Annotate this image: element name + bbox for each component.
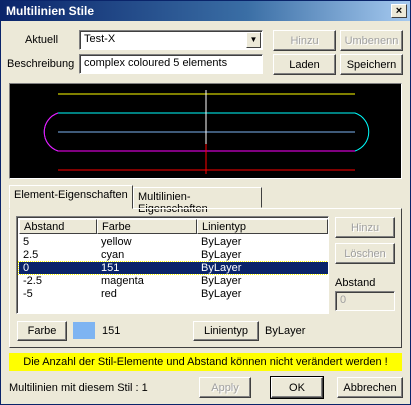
load-button[interactable]: Laden xyxy=(273,54,336,75)
row-offset: 0 xyxy=(23,262,30,274)
dialog-title: Multilinien Stile xyxy=(6,4,95,18)
table-row[interactable]: -2.5 magenta ByLayer xyxy=(19,275,328,287)
element-list[interactable]: Abstand Farbe Linientyp 5 yellow ByLayer… xyxy=(16,216,329,314)
offset-input[interactable]: 0 xyxy=(335,291,395,311)
row-offset: -2.5 xyxy=(23,275,42,287)
row-linetype: ByLayer xyxy=(201,249,242,261)
cancel-button[interactable]: Abbrechen xyxy=(337,377,403,398)
row-offset: 2.5 xyxy=(23,249,39,261)
row-color: magenta xyxy=(101,275,144,287)
column-header-color[interactable]: Farbe xyxy=(97,219,197,234)
column-header-offset[interactable]: Abstand xyxy=(19,219,97,234)
element-list-header: Abstand Farbe Linientyp xyxy=(19,219,328,234)
row-offset: 5 xyxy=(23,236,30,248)
delete-element-button[interactable]: Löschen xyxy=(335,243,395,264)
linetype-button[interactable]: Linientyp xyxy=(193,321,259,341)
table-row[interactable]: 5 yellow ByLayer xyxy=(19,236,328,248)
row-color: red xyxy=(101,288,117,300)
status-text: Multilinien mit diesem Stil : 1 xyxy=(9,382,148,394)
table-row-selected[interactable]: 0 151 ByLayer xyxy=(18,261,328,275)
row-linetype: ByLayer xyxy=(201,275,242,287)
row-offset: -5 xyxy=(23,288,33,300)
current-style-dropdown[interactable]: Test-X ▼ xyxy=(79,30,263,50)
color-button[interactable]: Farbe xyxy=(17,321,67,341)
row-color: yellow xyxy=(101,236,132,248)
row-linetype: ByLayer xyxy=(201,262,242,274)
rename-style-button[interactable]: Umbenenn xyxy=(340,30,403,51)
multiline-preview xyxy=(9,83,402,179)
description-input[interactable]: complex coloured 5 elements xyxy=(79,54,263,74)
chevron-down-icon[interactable]: ▼ xyxy=(246,32,261,48)
close-button[interactable]: × xyxy=(391,4,407,18)
add-style-button[interactable]: Hinzu xyxy=(273,30,336,51)
preview-arc-magenta xyxy=(43,112,59,152)
warning-banner: Die Anzahl der Stil-Elemente und Abstand… xyxy=(9,353,402,371)
offset-label: Abstand xyxy=(335,277,376,289)
description-label: Beschreibung xyxy=(7,58,75,70)
linetype-value: ByLayer xyxy=(265,325,306,337)
ok-button[interactable]: OK xyxy=(270,376,324,399)
color-swatch xyxy=(73,322,95,339)
row-linetype: ByLayer xyxy=(201,236,242,248)
row-linetype: ByLayer xyxy=(201,288,242,300)
table-row[interactable]: 2.5 cyan ByLayer xyxy=(19,249,328,261)
current-style-label: Aktuell xyxy=(25,34,59,46)
multiline-preview-graphic xyxy=(43,90,370,174)
color-value: 151 xyxy=(102,325,121,337)
row-color: 151 xyxy=(101,262,120,274)
row-color: cyan xyxy=(101,249,125,261)
current-style-value: Test-X xyxy=(84,33,116,45)
column-header-linetype[interactable]: Linientyp xyxy=(197,219,328,234)
tab-multiline-properties[interactable]: Multilinien-Eigenschaften xyxy=(133,187,262,215)
multiline-styles-dialog: Multilinien Stile × Aktuell Test-X ▼ Hin… xyxy=(0,0,411,405)
tab-element-properties[interactable]: Element-Eigenschaften xyxy=(9,185,133,209)
add-element-button[interactable]: Hinzu xyxy=(335,217,395,238)
apply-button[interactable]: Apply xyxy=(199,377,251,398)
table-row[interactable]: -5 red ByLayer xyxy=(19,288,328,300)
title-bar[interactable]: Multilinien Stile × xyxy=(1,1,410,21)
save-button[interactable]: Speichern xyxy=(340,54,403,75)
